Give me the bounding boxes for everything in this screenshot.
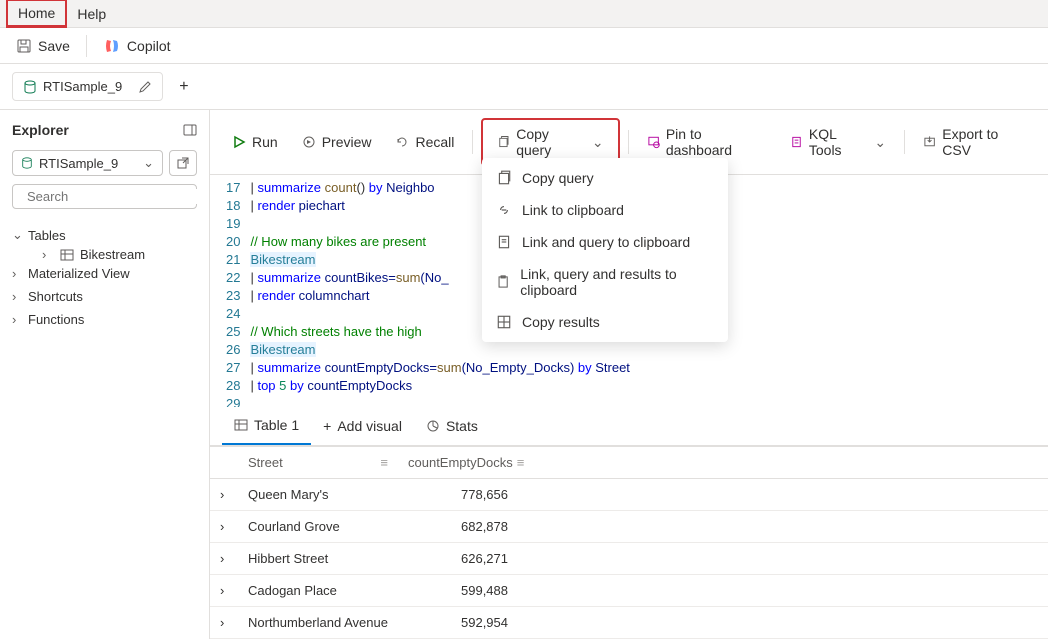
sort-icon: ≡ [517, 455, 525, 470]
table-row[interactable]: ›Cadogan Place599,488 [210, 575, 1048, 607]
chevron-down-icon: ⌄ [874, 134, 886, 151]
play-icon [232, 135, 246, 149]
expand-row[interactable]: › [210, 479, 238, 510]
column-header-street[interactable]: Street≡ [238, 447, 398, 478]
column-header-count[interactable]: countEmptyDocks≡ [398, 447, 518, 478]
dd-copy-results[interactable]: Copy results [482, 306, 728, 338]
query-tab[interactable]: RTISample_9 [12, 72, 163, 101]
expand-row[interactable]: › [210, 511, 238, 542]
tree-bikestream[interactable]: › Bikestream [12, 247, 197, 262]
recall-button[interactable]: Recall [385, 128, 464, 156]
kql-tools-button[interactable]: KQL Tools ⌄ [780, 120, 896, 164]
preview-button[interactable]: Preview [292, 128, 382, 156]
preview-icon [302, 135, 316, 149]
results-table: Street≡ countEmptyDocks≡ ›Queen Mary's77… [210, 446, 1048, 639]
results-tabstrip: Table 1 + Add visual Stats [210, 407, 1048, 446]
chevron-down-icon: ⌄ [592, 134, 604, 151]
expand-row[interactable]: › [210, 575, 238, 606]
menu-help[interactable]: Help [67, 2, 116, 26]
cell-count: 599,488 [398, 575, 518, 606]
link-icon [496, 202, 512, 218]
tree-materialized[interactable]: ›Materialized View [12, 262, 197, 285]
table-icon [234, 418, 248, 432]
save-icon [16, 38, 32, 54]
copy-query-dropdown: Copy query Link to clipboard Link and qu… [482, 158, 728, 342]
dd-link-query-results[interactable]: Link, query and results to clipboard [482, 258, 728, 306]
copilot-button[interactable]: Copilot [95, 33, 179, 59]
copilot-label: Copilot [127, 38, 171, 54]
cell-street: Queen Mary's [238, 479, 398, 510]
cell-street: Courland Grove [238, 511, 398, 542]
sort-icon: ≡ [380, 455, 388, 470]
tree-functions[interactable]: ›Functions [12, 308, 197, 331]
cell-street: Northumberland Avenue [238, 607, 398, 638]
save-button[interactable]: Save [8, 34, 78, 58]
database-selector[interactable]: RTISample_9 ⌄ [12, 150, 163, 176]
tree-shortcuts[interactable]: ›Shortcuts [12, 285, 197, 308]
cell-count: 682,878 [398, 511, 518, 542]
popout-button[interactable] [169, 150, 197, 176]
export-icon [923, 135, 936, 149]
run-button[interactable]: Run [222, 128, 288, 156]
dd-link-clipboard[interactable]: Link to clipboard [482, 194, 728, 226]
cell-count: 778,656 [398, 479, 518, 510]
edit-icon[interactable] [138, 80, 152, 94]
plus-icon: + [323, 418, 331, 434]
tree-tables[interactable]: ⌄Tables [12, 223, 197, 247]
results-add-visual[interactable]: + Add visual [311, 408, 414, 444]
search-input[interactable] [27, 189, 203, 204]
menubar: Home Help [0, 0, 1048, 28]
table-row[interactable]: ›Northumberland Avenue592,954 [210, 607, 1048, 639]
search-box[interactable] [12, 184, 197, 209]
stats-icon [426, 419, 440, 433]
cell-count: 592,954 [398, 607, 518, 638]
explorer-tree: ⌄Tables › Bikestream ›Materialized View … [12, 223, 197, 331]
table-row[interactable]: ›Queen Mary's778,656 [210, 479, 1048, 511]
dd-copy-query[interactable]: Copy query [482, 162, 728, 194]
grid-icon [496, 314, 512, 330]
tools-icon [790, 135, 803, 149]
clipboard-icon [496, 274, 510, 290]
new-tab-button[interactable]: + [171, 74, 196, 100]
pin-icon [647, 135, 660, 149]
separator [86, 35, 87, 57]
link-query-icon [496, 234, 512, 250]
explorer-sidebar: Explorer RTISample_9 ⌄ ⌄Tables › Bikestr… [0, 110, 210, 639]
menu-home[interactable]: Home [6, 0, 67, 28]
cell-street: Hibbert Street [238, 543, 398, 574]
dd-link-query-clipboard[interactable]: Link and query to clipboard [482, 226, 728, 258]
expand-row[interactable]: › [210, 607, 238, 638]
results-stats[interactable]: Stats [414, 408, 490, 444]
copy-icon [496, 170, 512, 186]
table-row[interactable]: ›Hibbert Street626,271 [210, 543, 1048, 575]
tab-label: RTISample_9 [43, 79, 122, 94]
save-label: Save [38, 38, 70, 54]
cell-street: Cadogan Place [238, 575, 398, 606]
tabstrip: RTISample_9 + [0, 64, 1048, 110]
recall-icon [395, 135, 409, 149]
expand-row[interactable]: › [210, 543, 238, 574]
panel-icon[interactable] [183, 123, 197, 137]
database-icon [21, 157, 33, 169]
table-row[interactable]: ›Courland Grove682,878 [210, 511, 1048, 543]
explorer-title: Explorer [12, 122, 69, 138]
topbar: Save Copilot [0, 28, 1048, 64]
database-icon [23, 80, 37, 94]
db-name: RTISample_9 [39, 156, 118, 171]
chevron-down-icon: ⌄ [143, 155, 154, 171]
cell-count: 626,271 [398, 543, 518, 574]
table-icon [60, 248, 74, 262]
copilot-icon [103, 37, 121, 55]
results-tab-table1[interactable]: Table 1 [222, 407, 311, 445]
copy-icon [497, 135, 510, 149]
export-csv-button[interactable]: Export to CSV [913, 120, 1036, 164]
